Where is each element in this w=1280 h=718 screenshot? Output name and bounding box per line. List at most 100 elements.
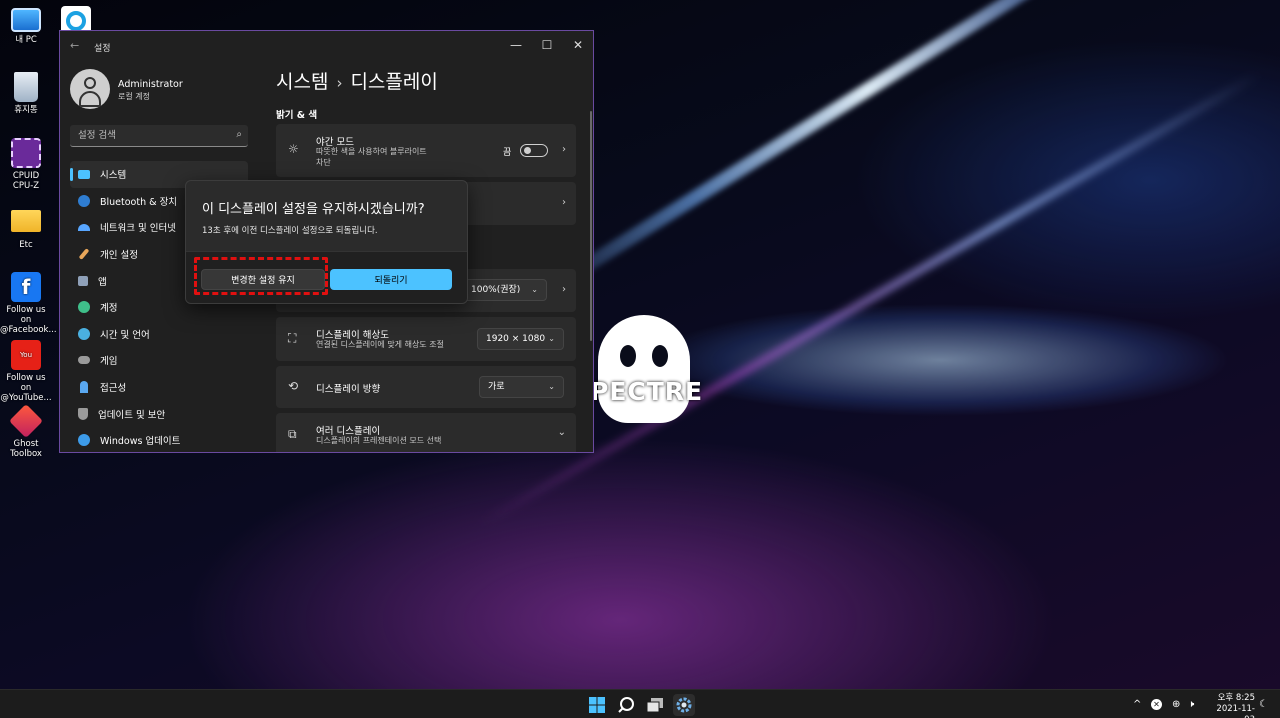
chevron-right-icon: ›: [562, 284, 566, 295]
search-icon: [618, 697, 634, 713]
orientation-dropdown-value: 가로: [488, 382, 505, 392]
sidebar-item-label: 시간 및 언어: [100, 329, 150, 341]
youtube-icon: You: [11, 340, 41, 370]
folder-icon: [11, 210, 41, 232]
breadcrumb-parent[interactable]: 시스템: [276, 71, 328, 93]
desktop-icon-ghost-toolbox[interactable]: Ghost Toolbox: [0, 404, 52, 459]
cpu-z-icon: [11, 138, 41, 168]
wifi-icon: [78, 223, 90, 231]
start-button[interactable]: [586, 694, 608, 716]
desktop-icon-etc-folder[interactable]: Etc: [0, 206, 52, 250]
brush-icon: [78, 248, 90, 260]
tray-overflow-chevron[interactable]: ^: [1133, 690, 1141, 718]
orientation-dropdown[interactable]: 가로 ⌄: [479, 376, 564, 398]
orientation-title: 디스플레이 방향: [316, 384, 381, 395]
night-light-toggle-label: 끔: [503, 148, 512, 158]
sidebar-item-time-language[interactable]: 시간 및 언어: [70, 321, 248, 348]
chevron-down-icon: ⌄: [548, 334, 555, 343]
desktop-icon-recycle-bin[interactable]: 휴지통: [0, 72, 52, 115]
taskbar-settings-app[interactable]: [673, 694, 695, 716]
profile-section[interactable]: Administrator 로컬 계정: [70, 69, 183, 109]
content-scrollbar[interactable]: [590, 111, 592, 341]
sidebar-item-label: 개인 설정: [100, 250, 138, 262]
taskbar-search-button[interactable]: [615, 694, 637, 716]
sidebar-item-label: 게임: [100, 356, 118, 368]
desktop-icon-cpu-z[interactable]: CPUID CPU-Z: [0, 138, 52, 191]
chevron-down-icon: ⌄: [531, 285, 538, 294]
volume-icon[interactable]: 🕨: [1188, 690, 1194, 718]
clock-date: 2021-11-03: [1216, 704, 1255, 718]
avatar: [70, 69, 110, 109]
tray-x-icon: ✕: [1151, 698, 1162, 710]
sidebar-item-label: Windows 업데이트: [100, 436, 181, 448]
orientation-card[interactable]: ⟲ 디스플레이 방향 가로 ⌄: [276, 366, 576, 408]
sidebar-item-label: 업데이트 및 보안: [98, 409, 166, 421]
network-globe-icon[interactable]: ⊕: [1172, 690, 1180, 718]
shield-icon: [78, 407, 88, 420]
multiple-displays-card[interactable]: ⧉ 여러 디스플레이 디스플레이의 프레젠테이션 모드 선택 ⌄: [276, 413, 576, 452]
sidebar-item-label: 접근성: [100, 383, 127, 395]
apps-icon: [78, 275, 88, 286]
sidebar-item-label: 계정: [100, 303, 118, 315]
avatar-body-icon: [79, 91, 101, 107]
windows-update-icon: [78, 434, 90, 447]
ghost-toolbox-icon: [9, 404, 43, 438]
revert-button[interactable]: 되돌리기: [330, 269, 452, 290]
sidebar-item-accessibility[interactable]: 접근성: [70, 374, 248, 401]
avatar-head-icon: [84, 77, 96, 89]
windows-logo-icon: [589, 697, 605, 713]
bluetooth-icon: [78, 194, 90, 207]
tray-app-icon[interactable]: ✕: [1151, 690, 1162, 718]
annotation-highlight-box: [194, 257, 328, 295]
chevron-down-icon: ⌄: [548, 382, 555, 391]
chevron-right-icon: ›: [562, 144, 566, 155]
task-view-button[interactable]: [644, 694, 666, 716]
night-light-toggle[interactable]: [520, 144, 548, 157]
sidebar-item-label: 네트워크 및 인터넷: [100, 223, 176, 235]
taskbar: ^ ✕ ⊕ 🕨 오후 8:25 2021-11-03 ☾: [0, 689, 1280, 718]
sidebar-item-label: 시스템: [100, 170, 127, 182]
dialog-message: 13초 후에 이전 디스플레이 설정으로 되돌립니다.: [202, 226, 378, 236]
task-view-icon: [646, 698, 663, 713]
desktop-icon-label: 내 PC: [15, 35, 37, 45]
resolution-card[interactable]: ⛶ 디스플레이 해상도 연결된 디스플레이에 맞게 해상도 조절 1920 × …: [276, 317, 576, 361]
resolution-dropdown-value: 1920 × 1080: [486, 334, 546, 344]
desktop-icon-facebook[interactable]: f Follow us on @Facebook...: [0, 272, 57, 335]
night-light-desc: 따뜻한 색을 사용하여 블루라이트 차단: [316, 147, 427, 167]
sidebar-item-windows-update[interactable]: Windows 업데이트: [70, 427, 248, 452]
page-title: 시스템 › 디스플레이: [276, 67, 438, 94]
sidebar-item-label: 앱: [98, 276, 107, 288]
scale-dropdown-value: 100%(권장): [471, 285, 521, 295]
recycle-bin-icon: [14, 72, 38, 102]
multiple-displays-icon: ⧉: [288, 427, 297, 441]
chevron-right-icon: ›: [562, 197, 566, 208]
back-icon[interactable]: ←: [70, 39, 79, 52]
search-icon[interactable]: ⌕: [236, 129, 242, 140]
ghost-logo-eye: [620, 345, 636, 367]
sidebar-item-update-security[interactable]: 업데이트 및 보안: [70, 400, 248, 427]
ghost-spectre-logo: PECTRE: [590, 315, 720, 435]
night-light-card[interactable]: ☼ 야간 모드 따뜻한 색을 사용하여 블루라이트 차단 끔 ›: [276, 124, 576, 177]
display-icon: [78, 169, 90, 179]
taskbar-clock[interactable]: 오후 8:25 2021-11-03: [1207, 693, 1255, 718]
desktop-icon-label: CPUID CPU-Z: [12, 171, 40, 191]
facebook-icon: f: [11, 272, 41, 302]
scale-dropdown[interactable]: 100%(권장) ⌄: [462, 279, 547, 301]
resolution-desc: 연결된 디스플레이에 맞게 해상도 조절: [316, 340, 444, 349]
desktop-icon-this-pc[interactable]: 내 PC: [0, 6, 52, 45]
wallpaper-streak-lower: [478, 70, 1262, 528]
profile-subtitle: 로컬 계정: [118, 92, 150, 101]
multiple-displays-desc: 디스플레이의 프레젠테이션 모드 선택: [316, 436, 442, 445]
gamepad-icon: [78, 356, 90, 365]
breadcrumb-separator: ›: [336, 74, 343, 92]
search-input[interactable]: [70, 125, 220, 146]
desktop-icon-youtube[interactable]: You Follow us on @YouTube...: [0, 340, 52, 403]
sidebar-item-gaming[interactable]: 게임: [70, 347, 248, 374]
notification-moon-icon[interactable]: ☾: [1259, 690, 1268, 718]
clock-time: 오후 8:25: [1217, 693, 1255, 703]
section-title-brightness: 밝기 & 색: [276, 110, 318, 121]
desktop-icon-label: Etc: [19, 240, 33, 250]
desktop-icon-label: Follow us on @YouTube...: [0, 373, 52, 403]
account-icon: [78, 301, 90, 314]
resolution-dropdown[interactable]: 1920 × 1080 ⌄: [477, 328, 564, 350]
